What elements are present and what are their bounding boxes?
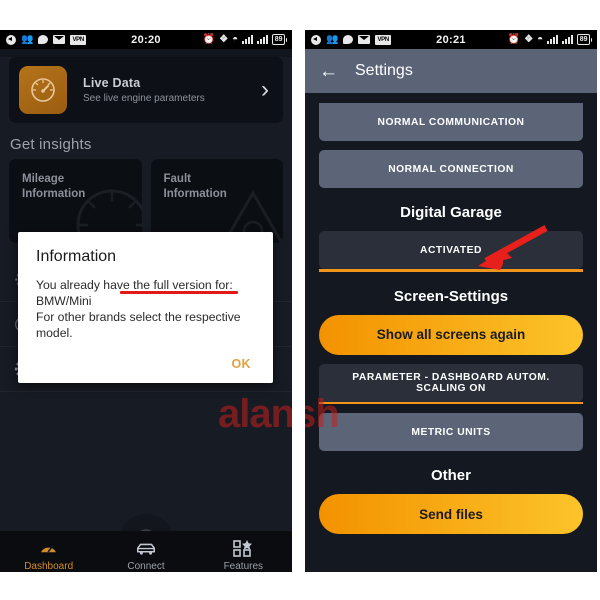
dialog-line-3: For other brands select the respective: [36, 310, 241, 324]
chevron-right-icon[interactable]: ›: [261, 78, 273, 102]
nav-label: Connect: [127, 561, 165, 572]
right-phone-screenshot: 👥 VPN 20:21 ⏰ ❖ ◓ 89 ← Settings NORMAL C…: [305, 30, 597, 572]
dialog-ok-button[interactable]: OK: [227, 355, 255, 373]
information-dialog: Information You already have the full ve…: [18, 232, 273, 383]
bluetooth-icon: ❖: [524, 33, 534, 45]
dialog-line-4: model.: [36, 326, 73, 340]
status-bar: 👥 VPN 20:20 ⏰ ❖ ◓ 89: [0, 30, 292, 49]
gauge-icon: [19, 66, 67, 114]
heading-digital-garage: Digital Garage: [400, 204, 502, 221]
bluetooth-icon: ❖: [219, 33, 229, 45]
button-send-files[interactable]: Send files: [319, 494, 583, 535]
button-dashboard-autom-scaling[interactable]: PARAMETER - DASHBOARD AUTOM. SCALING ON: [319, 363, 583, 402]
bottom-navigation: Dashboard Connect Features: [0, 531, 292, 572]
page-title: Settings: [355, 62, 413, 79]
signal-icon: [547, 35, 559, 44]
button-show-all-screens-again[interactable]: Show all screens again: [319, 314, 583, 355]
insight-tiles: Mileage Information Fault Information: [0, 159, 292, 243]
tile-label: Mileage Information: [22, 173, 86, 200]
live-data-subtitle: See live engine parameters: [83, 93, 205, 104]
nav-label: Dashboard: [24, 561, 74, 572]
screenshot-stage: 👥 VPN 20:20 ⏰ ❖ ◓ 89 Live Data See live …: [0, 0, 600, 600]
alarm-icon: ⏰: [202, 33, 216, 45]
back-arrow-icon[interactable]: ←: [319, 62, 345, 81]
nav-dashboard[interactable]: Dashboard: [0, 539, 97, 572]
live-data-text: Live Data See live engine parameters: [67, 76, 261, 104]
app-bar: ← Settings: [305, 49, 597, 93]
signal-icon: [562, 35, 574, 44]
red-underline-annotation: [120, 291, 238, 294]
heading-screen-settings: Screen-Settings: [393, 287, 509, 305]
settings-screen: ← Settings NORMAL COMMUNICATION NORMAL C…: [305, 49, 597, 572]
dialog-body: You already have the full version for: B…: [36, 277, 255, 341]
status-bar-right-icons: ⏰ ❖ ◓ 89: [202, 30, 287, 49]
nav-label: Features: [223, 561, 264, 572]
button-normal-communication[interactable]: NORMAL COMMUNICATION: [319, 103, 583, 141]
status-bar: 👥 VPN 20:21 ⏰ ❖ ◓ 89: [305, 30, 597, 49]
status-bar-right-icons: ⏰ ❖ ◓ 89: [507, 30, 592, 49]
live-data-title: Live Data: [83, 76, 141, 90]
tile-fault-information[interactable]: Fault Information: [150, 159, 283, 243]
car-icon: [97, 539, 194, 558]
button-metric-units[interactable]: METRIC UNITS: [319, 413, 583, 452]
gauge-icon: [0, 539, 97, 558]
signal-icon: [242, 35, 254, 44]
get-insights-heading: Get insights: [10, 136, 92, 153]
nav-connect[interactable]: Connect: [97, 539, 194, 572]
wifi-icon: ◓: [537, 33, 544, 45]
nav-features[interactable]: Features: [195, 539, 292, 572]
wifi-icon: ◓: [232, 33, 239, 45]
battery-icon: 89: [272, 34, 287, 45]
battery-icon: 89: [577, 34, 592, 45]
tile-mileage-information[interactable]: Mileage Information: [9, 159, 142, 243]
features-star-icon: [195, 539, 292, 558]
button-normal-connection[interactable]: NORMAL CONNECTION: [319, 150, 583, 188]
dialog-line-2: BMW/Mini: [36, 294, 92, 308]
dialog-actions: OK: [36, 341, 255, 373]
phone-gap: [292, 30, 305, 572]
heading-other: Other: [430, 467, 471, 485]
live-data-card[interactable]: Live Data See live engine parameters ›: [9, 57, 283, 123]
button-activated[interactable]: ACTIVATED: [319, 231, 583, 269]
tile-label: Fault Information: [163, 173, 227, 200]
dialog-title: Information: [36, 248, 117, 265]
signal-icon: [257, 35, 269, 44]
alarm-icon: ⏰: [507, 33, 521, 45]
